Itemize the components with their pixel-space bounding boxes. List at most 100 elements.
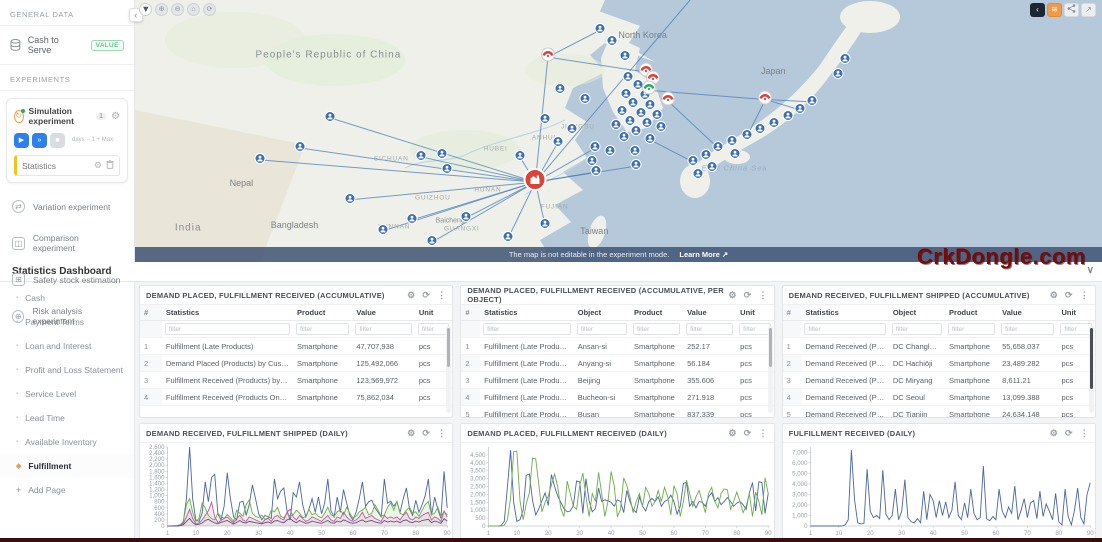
table-scrollbar[interactable] xyxy=(768,326,773,413)
speed-control[interactable]: days − 1 + Max xyxy=(72,137,113,144)
dashboard-nav-loan-and-interest[interactable]: ▪Loan and Interest xyxy=(0,334,134,358)
kebab-icon[interactable]: ⋮ xyxy=(758,428,767,439)
customer-marker[interactable] xyxy=(620,48,631,66)
cash-to-serve-item[interactable]: Cash to Serve VALUE xyxy=(0,26,134,65)
column-header[interactable]: Product xyxy=(293,305,352,321)
filter-input[interactable] xyxy=(686,323,733,335)
table-row[interactable]: 2Demand Placed (Products) by CustomerSma… xyxy=(140,355,452,372)
sidebar-item-comparison-experiment[interactable]: ◫Comparison experiment xyxy=(0,223,134,263)
customer-marker[interactable] xyxy=(795,101,806,119)
table-row[interactable]: 1Fulfillment (Late Products)Smartphone47… xyxy=(140,338,452,355)
filter-input[interactable] xyxy=(804,323,885,335)
customer-marker[interactable] xyxy=(692,166,703,184)
kebab-icon[interactable]: ⋮ xyxy=(1080,428,1089,439)
dc-gauge-marker[interactable] xyxy=(758,90,773,110)
customer-marker[interactable] xyxy=(707,159,718,177)
customer-marker[interactable] xyxy=(782,108,793,126)
column-header[interactable]: Statistics xyxy=(480,305,574,321)
dashboard-nav-lead-time[interactable]: ▪Lead Time xyxy=(0,406,134,430)
column-header[interactable]: Value xyxy=(998,305,1057,321)
gear-icon[interactable]: ⚙ xyxy=(1050,428,1058,439)
map-zoom-out-button[interactable]: ⊖ xyxy=(171,3,184,16)
fast-forward-button[interactable]: » xyxy=(32,133,47,148)
customer-marker[interactable] xyxy=(630,123,641,141)
filter-input[interactable] xyxy=(739,323,771,335)
filter-input[interactable] xyxy=(948,323,995,335)
table-scrollbar[interactable] xyxy=(446,326,451,413)
gear-icon[interactable]: ⚙ xyxy=(728,428,736,439)
table-row[interactable]: 3Fulfillment (Late Products)BeijingSmart… xyxy=(461,372,773,389)
sidebar-item-risk-analysis-experiment[interactable]: ⊕Risk analysis experiment xyxy=(0,296,134,336)
column-header[interactable]: Unit xyxy=(415,305,453,321)
filter-input[interactable] xyxy=(577,323,627,335)
statistics-gear-icon[interactable]: ⚙ xyxy=(94,160,102,171)
dc-gauge-marker[interactable] xyxy=(642,80,657,100)
kebab-icon[interactable]: ⋮ xyxy=(1080,290,1089,301)
statistics-config-row[interactable]: Statistics ⚙ xyxy=(14,155,120,176)
refresh-icon[interactable]: ⟳ xyxy=(744,428,752,439)
customer-marker[interactable] xyxy=(540,111,551,129)
column-header[interactable]: # xyxy=(461,305,480,321)
customer-marker[interactable] xyxy=(833,66,844,84)
add-page-button[interactable]: +Add Page xyxy=(0,478,134,502)
table-row[interactable]: 4Fulfillment Received (Products On-time)… xyxy=(140,389,452,406)
column-header[interactable]: Product xyxy=(945,305,998,321)
map-expand-button[interactable]: ↗ xyxy=(1081,3,1096,17)
dashboard-nav-profit-and-loss-statement[interactable]: ▪Profit and Loss Statement xyxy=(0,358,134,382)
customer-marker[interactable] xyxy=(604,143,615,161)
column-header[interactable]: # xyxy=(783,305,802,321)
table-row[interactable]: 3Fulfillment Received (Products) by Cust… xyxy=(140,372,452,389)
customer-marker[interactable] xyxy=(254,151,265,169)
refresh-icon[interactable]: ⟳ xyxy=(744,290,752,301)
simulation-name[interactable]: Simulation experiment xyxy=(29,106,92,126)
filter-input[interactable] xyxy=(1060,323,1092,335)
table-row[interactable]: 4Fulfillment (Late Products)Bucheon-siSm… xyxy=(461,389,773,406)
column-header[interactable]: Object xyxy=(574,305,630,321)
map-layers-button[interactable]: ≋ xyxy=(1047,3,1062,17)
gear-icon[interactable]: ⚙ xyxy=(407,428,415,439)
column-header[interactable]: # xyxy=(140,305,162,321)
dashboard-collapse-icon[interactable]: ∨ xyxy=(1087,265,1094,276)
customer-marker[interactable] xyxy=(742,127,753,145)
customer-marker[interactable] xyxy=(460,209,471,227)
column-header[interactable]: Object xyxy=(889,305,945,321)
kebab-icon[interactable]: ⋮ xyxy=(437,428,446,439)
map-locate-button[interactable]: ▶ xyxy=(139,3,152,16)
sidebar-item-variation-experiment[interactable]: ⇄Variation experiment xyxy=(0,190,134,223)
table-row[interactable]: 3Demand Received (Products)DC MiryangSma… xyxy=(783,372,1095,389)
customer-marker[interactable] xyxy=(325,109,336,127)
customer-marker[interactable] xyxy=(754,121,765,139)
dashboard-nav-fulfillment[interactable]: ◆Fulfillment xyxy=(0,454,134,478)
customer-marker[interactable] xyxy=(442,161,453,179)
table-row[interactable]: 4Demand Received (Products)DC SeoulSmart… xyxy=(783,389,1095,406)
customer-marker[interactable] xyxy=(554,81,565,99)
customer-marker[interactable] xyxy=(656,119,667,137)
supplier-marker[interactable] xyxy=(523,168,547,197)
filter-input[interactable] xyxy=(483,323,571,335)
customer-marker[interactable] xyxy=(295,139,306,157)
gear-icon[interactable]: ⚙ xyxy=(407,290,415,301)
customer-marker[interactable] xyxy=(595,21,606,39)
column-header[interactable]: Value xyxy=(683,305,736,321)
statistics-trash-icon[interactable] xyxy=(106,160,114,171)
column-header[interactable]: Statistics xyxy=(162,305,293,321)
map-home-button[interactable]: ⌂ xyxy=(187,3,200,16)
customer-marker[interactable] xyxy=(540,216,551,234)
gear-icon[interactable]: ⚙ xyxy=(728,290,736,301)
kebab-icon[interactable]: ⋮ xyxy=(437,290,446,301)
customer-marker[interactable] xyxy=(713,139,724,157)
map-area[interactable]: KyrgyzstanPeople's Republic of ChinaNort… xyxy=(135,0,1102,262)
table-row[interactable]: 2Fulfillment (Late Products)Anyang-siSma… xyxy=(461,355,773,372)
column-header[interactable]: Product xyxy=(630,305,683,321)
customer-marker[interactable] xyxy=(503,229,514,247)
learn-more-link[interactable]: Learn More ↗ xyxy=(679,250,728,259)
table-row[interactable]: 1Fulfillment (Late Products)Ansan-siSmar… xyxy=(461,338,773,355)
customer-marker[interactable] xyxy=(552,134,563,152)
map-back-button[interactable]: ‹ xyxy=(1030,3,1045,17)
play-button[interactable]: ▶ xyxy=(14,133,29,148)
customer-marker[interactable] xyxy=(567,121,578,139)
customer-marker[interactable] xyxy=(344,191,355,209)
gear-icon[interactable]: ⚙ xyxy=(1050,290,1058,301)
table-row[interactable]: 1Demand Received (Products)DC ChanglengS… xyxy=(783,338,1095,355)
stop-button[interactable]: ■ xyxy=(50,133,65,148)
